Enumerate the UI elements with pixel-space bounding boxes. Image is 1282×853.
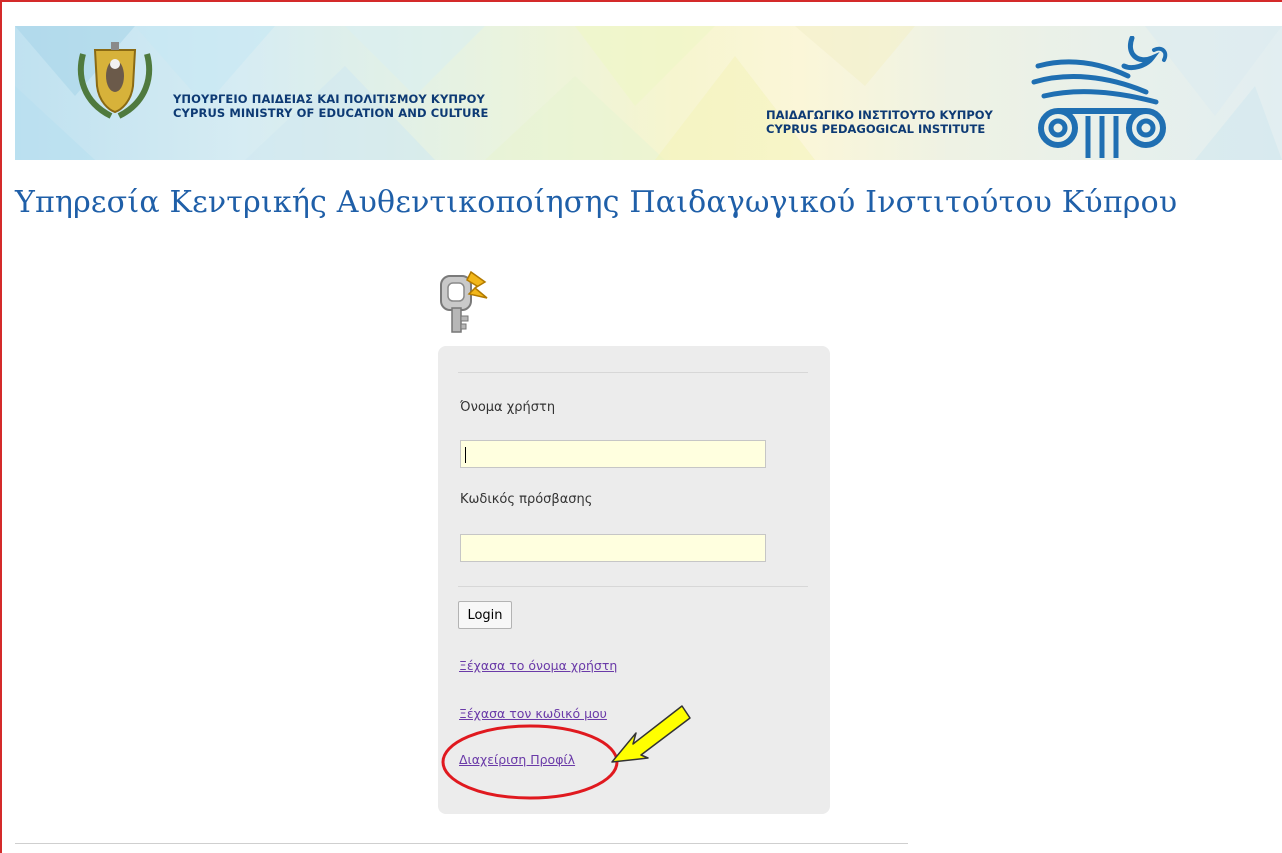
ministry-name-english: CYPRUS MINISTRY OF EDUCATION AND CULTURE <box>173 106 489 120</box>
text-caret <box>465 447 466 463</box>
username-field[interactable] <box>460 440 766 468</box>
header-banner: ΥΠΟΥΡΓΕΙΟ ΠΑΙΔΕΙΑΣ ΚΑΙ ΠΟΛΙΤΙΣΜΟΥ ΚΥΠΡΟΥ… <box>15 26 1282 160</box>
username-label: Όνομα χρήστη <box>460 400 556 415</box>
ionic-column-logo-icon <box>1031 36 1168 158</box>
forgot-password-link[interactable]: Ξέχασα τον κωδικό μου <box>459 706 607 721</box>
footer-divider <box>15 843 908 844</box>
institute-name-greek: ΠΑΙΔΑΓΩΓΙΚΟ ΙΝΣΤΙΤΟΥΤΟ ΚΥΠΡΟΥ <box>766 108 993 122</box>
forgot-username-link[interactable]: Ξέχασα το όνομα χρήστη <box>459 658 617 673</box>
institute-name: ΠΑΙΔΑΓΩΓΙΚΟ ΙΝΣΤΙΤΟΥΤΟ ΚΥΠΡΟΥ CYPRUS PED… <box>766 108 993 136</box>
profile-management-link[interactable]: Διαχείριση Προφίλ <box>459 752 575 767</box>
page-title: Υπηρεσία Κεντρικής Αυθεντικοποίησης Παιδ… <box>15 185 1178 220</box>
frame-top-border <box>0 0 1282 2</box>
password-field[interactable] <box>460 534 766 562</box>
password-label: Κωδικός πρόσβασης <box>460 492 593 507</box>
divider-top <box>458 372 808 373</box>
login-button[interactable]: Login <box>458 601 512 629</box>
ministry-name-greek: ΥΠΟΥΡΓΕΙΟ ΠΑΙΔΕΙΑΣ ΚΑΙ ΠΟΛΙΤΙΣΜΟΥ ΚΥΠΡΟΥ <box>173 92 485 106</box>
cyprus-crest-icon <box>77 42 153 119</box>
divider-bottom <box>458 586 808 587</box>
key-icon <box>440 270 488 333</box>
ministry-name: ΥΠΟΥΡΓΕΙΟ ΠΑΙΔΕΙΑΣ ΚΑΙ ΠΟΛΙΤΙΣΜΟΥ ΚΥΠΡΟΥ… <box>173 92 489 120</box>
institute-name-english: CYPRUS PEDAGOGICAL INSTITUTE <box>766 122 986 136</box>
frame-left-border <box>0 0 2 853</box>
login-panel: Όνομα χρήστη Κωδικός πρόσβασης Login Ξέχ… <box>438 346 830 814</box>
